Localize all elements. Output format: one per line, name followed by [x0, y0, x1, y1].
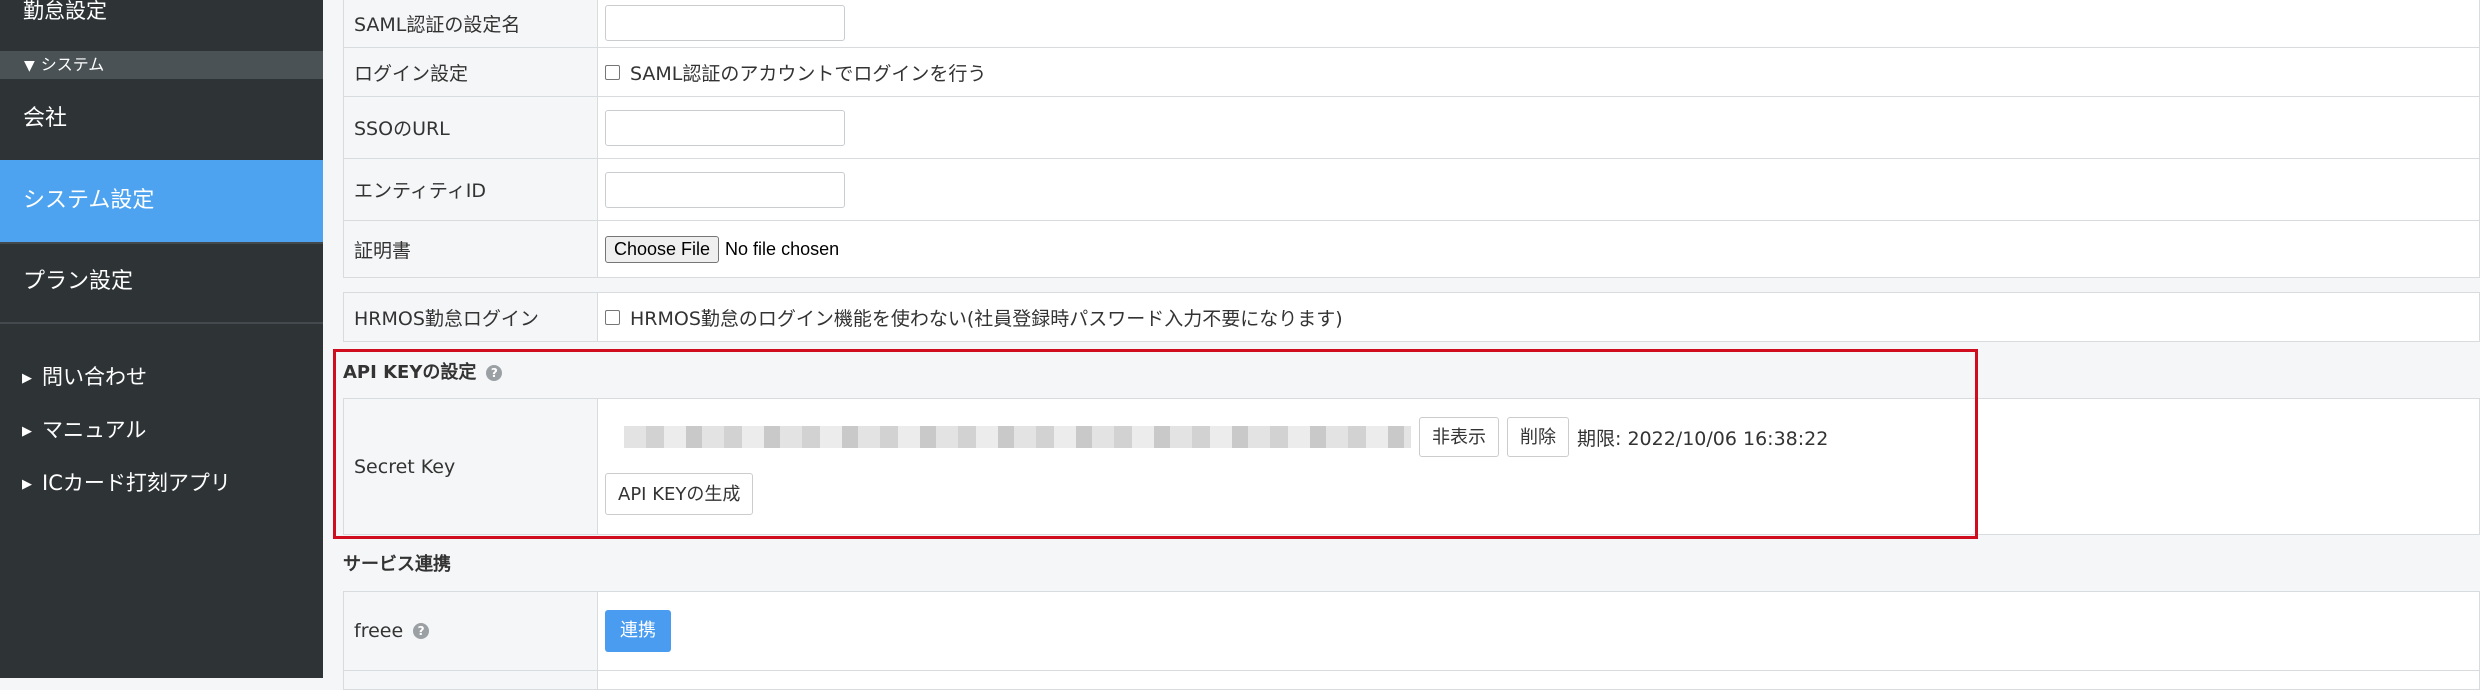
checkbox-label: HRMOS勤怠のログイン機能を使わない(社員登録時パスワード入力不要になります) — [630, 307, 1343, 330]
row-value — [598, 0, 2479, 47]
sidebar-item-label: 会社 — [23, 106, 68, 131]
triangle-right-icon: ▶ — [22, 477, 32, 492]
generate-line: API KEYの生成 — [605, 473, 2479, 515]
saml-login-checkbox[interactable] — [605, 64, 620, 80]
row-value: HRMOS勤怠のログイン機能を使わない(社員登録時パスワード入力不要になります) — [598, 293, 2479, 341]
row-value: Choose File No file chosen — [598, 221, 2479, 277]
entity-id-input[interactable] — [605, 171, 845, 208]
triangle-right-icon: ▶ — [22, 424, 32, 439]
sidebar-item-attendance-settings[interactable]: 勤怠設定 — [0, 0, 323, 22]
triangle-down-icon: ▼ — [24, 58, 35, 74]
saml-setting-name-input[interactable] — [605, 5, 845, 41]
key-expiry-text: 期限: 2022/10/06 16:38:22 — [1577, 427, 1829, 450]
row-label: SAML認証の設定名 — [344, 0, 598, 47]
delete-key-button[interactable]: 削除 — [1507, 417, 1569, 457]
sidebar-section-label: システム — [40, 55, 105, 74]
sidebar: 勤怠設定 ▼ システム 会社 システム設定 プラン設定 ▶ 問い合わせ ▶ マニュアル… — [0, 0, 323, 678]
sidebar-item-system-settings[interactable]: システム設定 — [0, 160, 323, 242]
row-value: SAML認証のアカウントでログインを行う — [598, 48, 2479, 96]
sidebar-link-ic-card-app[interactable]: ▶ ICカード打刻アプリ — [0, 463, 323, 503]
row-value: 連携 — [598, 592, 2479, 670]
sidebar-item-label: プラン設定 — [23, 269, 134, 294]
row-label: freee? — [344, 592, 598, 670]
file-status-text: No file chosen — [725, 238, 840, 259]
main-content: SAML認証の設定名 ログイン設定 SAML認証のアカウントでログインを行う S… — [323, 0, 2480, 690]
sidebar-item-company[interactable]: 会社 — [0, 99, 323, 139]
saml-setting-name-row: SAML認証の設定名 — [343, 0, 2480, 48]
login-setting-row: ログイン設定 SAML認証のアカウントでログインを行う — [343, 47, 2480, 97]
sidebar-item-label: システム設定 — [23, 188, 155, 213]
sidebar-link-contact[interactable]: ▶ 問い合わせ — [0, 357, 323, 397]
sso-url-row: SSOのURL — [343, 96, 2480, 159]
next-row — [343, 670, 2480, 690]
row-label: HRMOS勤怠ログイン — [344, 293, 598, 341]
freee-row: freee? 連携 — [343, 591, 2480, 671]
help-icon[interactable]: ? — [413, 623, 430, 639]
sidebar-item-plan-settings[interactable]: プラン設定 — [0, 262, 323, 302]
certificate-row: 証明書 Choose File No file chosen — [343, 220, 2480, 278]
services-section-title: サービス連携 — [343, 550, 451, 576]
row-label: エンティティID — [344, 159, 598, 220]
sidebar-link-label: 問い合わせ — [42, 365, 147, 389]
row-value — [598, 97, 2479, 158]
row-label — [344, 671, 598, 689]
sidebar-section-system[interactable]: ▼ システム — [0, 51, 323, 79]
sidebar-link-label: マニュアル — [42, 418, 147, 442]
section-title-text: サービス連携 — [343, 554, 451, 575]
choose-file-button[interactable]: Choose File — [605, 235, 720, 263]
hrmos-login-checkbox[interactable] — [605, 309, 620, 325]
masked-secret-key — [624, 426, 1411, 448]
generate-api-key-button[interactable]: API KEYの生成 — [605, 473, 754, 515]
row-label: 証明書 — [344, 221, 598, 277]
help-icon[interactable]: ? — [486, 365, 503, 381]
sidebar-divider — [0, 322, 323, 324]
sidebar-link-label: ICカード打刻アプリ — [42, 471, 231, 495]
section-title-text: API KEYの設定 — [343, 362, 477, 383]
row-value — [598, 159, 2479, 220]
sidebar-item-label: 勤怠設定 — [23, 0, 107, 23]
sidebar-divider — [0, 242, 323, 244]
sidebar-link-manual[interactable]: ▶ マニュアル — [0, 410, 323, 450]
secret-key-row: Secret Key 非表示 削除 期限: 2022/10/06 16:38:2… — [343, 398, 2480, 535]
row-value: 非表示 削除 期限: 2022/10/06 16:38:22 API KEYの生… — [598, 399, 2479, 534]
secret-key-line: 非表示 削除 期限: 2022/10/06 16:38:22 — [624, 417, 2479, 457]
row-label: SSOのURL — [344, 97, 598, 158]
api-key-section-title: API KEYの設定? — [343, 358, 503, 384]
entity-id-row: エンティティID — [343, 158, 2480, 221]
sso-url-input[interactable] — [605, 109, 845, 146]
hide-key-button[interactable]: 非表示 — [1419, 417, 1499, 457]
hrmos-login-row: HRMOS勤怠ログイン HRMOS勤怠のログイン機能を使わない(社員登録時パスワ… — [343, 292, 2480, 342]
row-label: ログイン設定 — [344, 48, 598, 96]
checkbox-label: SAML認証のアカウントでログインを行う — [630, 62, 987, 85]
row-label: Secret Key — [344, 399, 598, 534]
connect-freee-button[interactable]: 連携 — [605, 610, 671, 652]
freee-label: freee — [354, 620, 404, 642]
triangle-right-icon: ▶ — [22, 371, 32, 386]
